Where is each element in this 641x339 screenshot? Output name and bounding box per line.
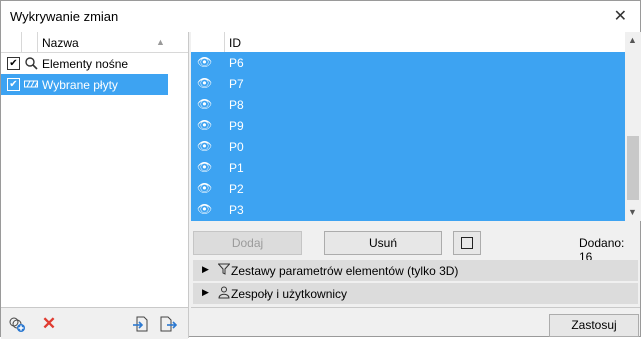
slab-hatch-icon: [24, 77, 38, 91]
section-label: Zestawy parametrów elementów (tylko 3D): [231, 264, 459, 278]
list-item[interactable]: 👁 P6: [191, 52, 625, 73]
list-item[interactable]: 👁 P9: [191, 115, 625, 136]
user-icon: [218, 286, 230, 302]
sets-panel: Nazwa ▲ ✔ Elementy nośne ✔ Wybrane płyty…: [1, 32, 189, 339]
list-scrollbar[interactable]: ▲ ▼: [625, 32, 641, 221]
expand-arrow-icon[interactable]: ▶: [202, 264, 209, 275]
list-rows: 👁 P6 👁 P7 👁 P8 👁 P9 👁 P0 👁 P1 👁 P2 👁 P3: [191, 52, 625, 221]
name-column-header[interactable]: Nazwa: [42, 36, 79, 50]
dialog-window: Wykrywanie zmian ✕ Nazwa ▲ ✔ Elementy no…: [0, 0, 641, 339]
magnifier-icon: [24, 56, 38, 70]
eye-icon[interactable]: 👁: [197, 139, 212, 153]
section-teams-users[interactable]: ▶ Zespoły i użytkownicy: [193, 283, 638, 304]
id-column-header[interactable]: ID: [229, 36, 241, 50]
set-checkbox[interactable]: ✔: [7, 57, 20, 70]
close-icon[interactable]: ✕: [614, 6, 627, 26]
add-button[interactable]: Dodaj: [193, 231, 302, 255]
eye-icon[interactable]: 👁: [197, 97, 212, 111]
list-item[interactable]: 👁 P0: [191, 136, 625, 157]
eye-icon[interactable]: 👁: [197, 76, 212, 90]
title-bar: Wykrywanie zmian ✕: [1, 1, 640, 32]
sort-up-icon[interactable]: ▲: [156, 37, 165, 47]
scroll-down-icon[interactable]: ▼: [628, 207, 637, 217]
marquee-icon: [461, 237, 473, 249]
list-item[interactable]: 👁 P8: [191, 94, 625, 115]
eye-icon[interactable]: 👁: [197, 118, 212, 132]
list-item[interactable]: 👁 P1: [191, 157, 625, 178]
remove-button[interactable]: Usuń: [324, 231, 442, 255]
set-item-label: Wybrane płyty: [42, 78, 118, 92]
apply-button[interactable]: Zastosuj: [549, 314, 639, 337]
set-checkbox[interactable]: ✔: [7, 78, 20, 91]
eye-icon[interactable]: 👁: [197, 160, 212, 174]
add-set-icon[interactable]: [8, 315, 26, 333]
import-icon[interactable]: [132, 315, 150, 333]
list-item[interactable]: 👁 P2: [191, 178, 625, 199]
set-item-elementy-nosne[interactable]: ✔ Elementy nośne: [1, 53, 168, 74]
list-header: ID: [191, 32, 625, 53]
eye-icon[interactable]: 👁: [197, 202, 212, 216]
expand-arrow-icon[interactable]: ▶: [202, 287, 209, 298]
delete-icon[interactable]: ✕: [40, 315, 58, 333]
element-list: ID 👁 P6 👁 P7 👁 P8 👁 P9 👁 P0 👁 P1 👁 P2 👁 P3 ▲ ▼: [191, 32, 641, 221]
sets-footer: ✕: [1, 307, 188, 339]
section-label: Zespoły i użytkownicy: [231, 287, 348, 301]
scroll-up-icon[interactable]: ▲: [628, 35, 637, 45]
list-item[interactable]: 👁 P3: [191, 199, 625, 220]
select-in-model-button[interactable]: [453, 231, 481, 255]
window-title: Wykrywanie zmian: [10, 9, 119, 24]
sets-header: Nazwa ▲: [1, 32, 188, 53]
filter-icon: [217, 263, 231, 278]
list-item[interactable]: 👁 P7: [191, 73, 625, 94]
section-parameter-sets[interactable]: ▶ Zestawy parametrów elementów (tylko 3D…: [193, 260, 638, 281]
export-icon[interactable]: [159, 315, 178, 333]
set-item-label: Elementy nośne: [42, 57, 129, 71]
eye-icon[interactable]: 👁: [197, 55, 212, 69]
scroll-thumb[interactable]: [627, 136, 639, 200]
eye-icon[interactable]: 👁: [197, 181, 212, 195]
set-item-wybrane-plyty[interactable]: ✔ Wybrane płyty: [1, 74, 168, 95]
